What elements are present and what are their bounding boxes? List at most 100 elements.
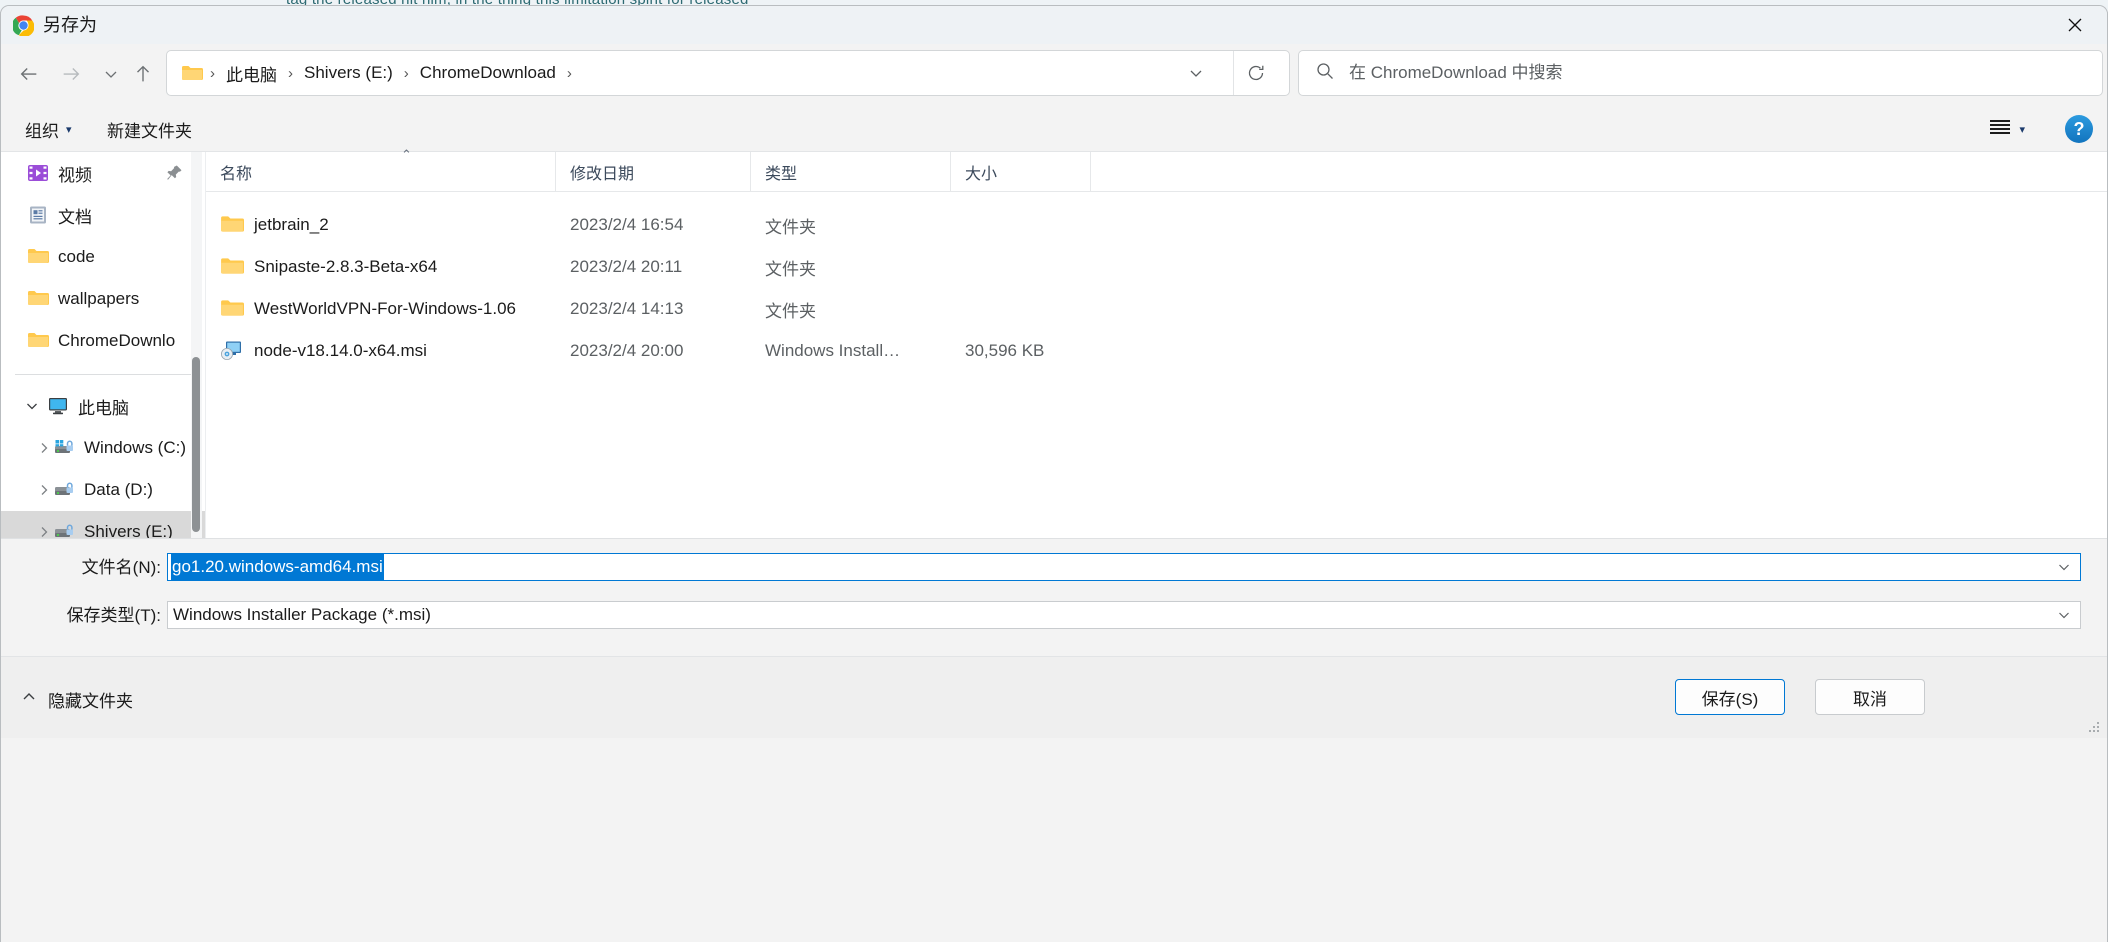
refresh-icon[interactable] <box>1233 51 1277 95</box>
save-form: 文件名(N): go1.20.windows-amd64.msi 保存类型(T)… <box>1 538 2107 656</box>
sidebar-item-this-pc[interactable]: 此电脑 <box>1 385 205 427</box>
documents-folder-icon <box>27 205 49 225</box>
folder-icon <box>27 289 49 309</box>
folder-icon <box>220 298 244 320</box>
sidebar-item-label: 此电脑 <box>78 398 129 418</box>
file-name: Snipaste-2.8.3-Beta-x64 <box>254 257 438 276</box>
folder-icon <box>220 256 244 278</box>
breadcrumb-item-chromedownload[interactable]: ChromeDownload <box>416 58 560 88</box>
drive-windows-icon <box>53 438 75 458</box>
sidebar-item-label: Windows (C:) <box>84 438 187 457</box>
column-header-name[interactable]: ⌃ 名称 <box>206 147 556 192</box>
column-header-type[interactable]: 类型 <box>751 151 951 192</box>
view-mode-button[interactable]: ▾ <box>1980 112 2035 146</box>
chevron-down-icon: ▾ <box>66 123 72 136</box>
folder-icon <box>27 331 49 351</box>
dialog-title: 另存为 <box>43 15 97 35</box>
file-type: 文件夹 <box>765 217 816 237</box>
drive-icon <box>53 480 75 500</box>
table-row[interactable]: Snipaste-2.8.3-Beta-x64 2023/2/4 20:11 文… <box>206 246 2107 288</box>
sidebar-item-data-d[interactable]: Data (D:) <box>1 469 205 511</box>
close-button[interactable] <box>2043 6 2107 44</box>
column-headers: ⌃ 名称 修改日期 类型 大小 <box>206 147 2107 192</box>
up-button[interactable] <box>121 52 165 96</box>
new-folder-button[interactable]: 新建文件夹 <box>97 112 202 146</box>
column-label: 类型 <box>765 165 798 183</box>
sidebar-item-videos[interactable]: 视频 <box>1 152 205 194</box>
navpane-scrollbar-thumb[interactable] <box>192 357 200 532</box>
cancel-button[interactable]: 取消 <box>1815 679 1925 715</box>
filename-field[interactable]: go1.20.windows-amd64.msi <box>167 553 2081 581</box>
chrome-icon <box>11 15 35 37</box>
chevron-right-icon[interactable] <box>35 441 53 455</box>
sidebar-item-documents[interactable]: 文档 <box>1 194 205 236</box>
organize-button[interactable]: 组织 ▾ <box>15 112 82 146</box>
help-label: ? <box>2073 118 2085 139</box>
savetype-field[interactable]: Windows Installer Package (*.msi) <box>167 601 2081 629</box>
sidebar-item-code[interactable]: code <box>1 236 205 278</box>
command-toolbar: 组织 ▾ 新建文件夹 ▾ ? <box>1 106 2107 152</box>
search-input[interactable] <box>1349 63 2049 83</box>
sort-ascending-icon: ⌃ <box>401 146 412 162</box>
help-button[interactable]: ? <box>2065 115 2093 143</box>
address-bar[interactable]: › 此电脑 › Shivers (E:) › ChromeDownload › <box>166 50 1290 96</box>
save-button[interactable]: 保存(S) <box>1675 679 1785 715</box>
list-view-icon <box>1990 119 2011 140</box>
organize-label: 组织 <box>25 121 59 141</box>
file-date: 2023/2/4 16:54 <box>570 215 684 234</box>
folder-icon <box>220 214 244 236</box>
breadcrumb-separator: › <box>566 64 572 82</box>
file-name: jetbrain_2 <box>254 215 329 234</box>
breadcrumb-item-this-pc[interactable]: 此电脑 <box>222 56 281 91</box>
chevron-right-icon[interactable] <box>35 525 53 538</box>
table-row[interactable]: jetbrain_2 2023/2/4 16:54 文件夹 <box>206 204 2107 246</box>
table-row[interactable]: WestWorldVPN-For-Windows-1.06 2023/2/4 1… <box>206 288 2107 330</box>
folder-icon <box>181 64 203 82</box>
sidebar-item-label: ChromeDownlo <box>58 331 176 350</box>
filename-label: 文件名(N): <box>81 558 161 577</box>
hide-folders-label: 隐藏文件夹 <box>48 692 133 711</box>
dialog-body: 视频 文档 code wallpapers ChromeDownlo 此电脑 W… <box>1 147 2107 538</box>
chevron-down-icon[interactable] <box>1177 51 1215 95</box>
sidebar-item-shivers-e[interactable]: Shivers (E:) <box>1 511 205 538</box>
search-box[interactable] <box>1298 50 2103 96</box>
file-name: WestWorldVPN-For-Windows-1.06 <box>254 299 516 318</box>
search-icon <box>1315 61 1335 86</box>
resize-grip-icon[interactable] <box>2087 720 2101 734</box>
forward-button[interactable] <box>49 52 93 96</box>
sidebar-item-windows-c[interactable]: Windows (C:) <box>1 427 205 469</box>
sidebar-item-label: 文档 <box>58 207 92 227</box>
file-type: Windows Install… <box>765 341 901 360</box>
column-label: 名称 <box>220 165 253 183</box>
sidebar-item-wallpapers[interactable]: wallpapers <box>1 278 205 320</box>
filename-value: go1.20.windows-amd64.msi <box>171 554 384 580</box>
sidebar-divider <box>15 374 193 375</box>
file-date: 2023/2/4 14:13 <box>570 299 684 318</box>
chevron-down-icon[interactable] <box>23 399 41 413</box>
table-row[interactable]: node-v18.14.0-x64.msi 2023/2/4 20:00 Win… <box>206 330 2107 372</box>
savetype-value: Windows Installer Package (*.msi) <box>173 605 431 624</box>
file-list: ⌃ 名称 修改日期 类型 大小 jetbrain_2 2023/2/4 16:5… <box>206 147 2107 538</box>
hide-folders-button[interactable]: 隐藏文件夹 <box>15 683 139 716</box>
pin-icon[interactable] <box>166 164 183 186</box>
chevron-down-icon[interactable] <box>2057 554 2071 580</box>
breadcrumb-item-shivers-e[interactable]: Shivers (E:) <box>300 58 397 88</box>
column-header-date[interactable]: 修改日期 <box>556 151 751 192</box>
column-header-size[interactable]: 大小 <box>951 151 1091 192</box>
breadcrumb-separator: › <box>403 64 409 82</box>
chevron-down-icon: ▾ <box>2019 123 2025 136</box>
sidebar-item-label: wallpapers <box>58 289 140 308</box>
chevron-right-icon[interactable] <box>35 483 53 497</box>
folder-icon <box>27 247 49 267</box>
column-label: 大小 <box>965 165 998 183</box>
file-date: 2023/2/4 20:00 <box>570 341 684 360</box>
sidebar-item-chromedownload[interactable]: ChromeDownlo <box>1 320 205 362</box>
navpane-scrollbar[interactable] <box>191 152 202 538</box>
breadcrumb-separator: › <box>210 64 215 82</box>
title-bar: 另存为 <box>1 6 2107 44</box>
file-date: 2023/2/4 20:11 <box>570 257 683 276</box>
chevron-down-icon[interactable] <box>2057 602 2071 628</box>
video-folder-icon <box>27 163 49 183</box>
back-button[interactable] <box>7 52 51 96</box>
monitor-icon <box>47 396 69 416</box>
